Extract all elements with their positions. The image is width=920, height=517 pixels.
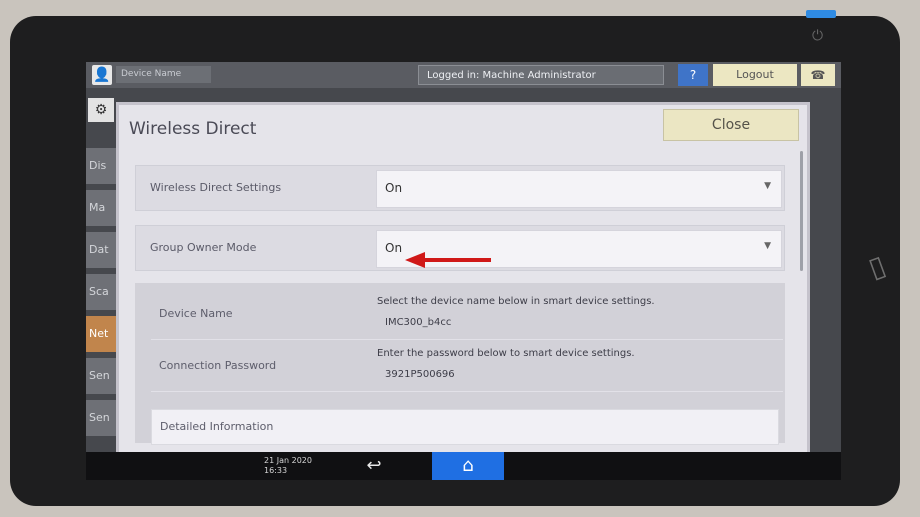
wireless-direct-settings-select[interactable]: On ▼ xyxy=(376,170,782,208)
connection-password-row: Connection Password Enter the password b… xyxy=(151,341,783,392)
wireless-direct-dialog: Wireless Direct Close Wireless Direct Se… xyxy=(116,102,810,458)
background-menu: Dis Ma Dat Sca Net Sen Sen xyxy=(86,148,118,474)
group-owner-mode-label: Group Owner Mode xyxy=(150,241,257,254)
background-menu-item: Sca xyxy=(86,274,118,310)
chevron-down-icon: ▼ xyxy=(764,181,771,191)
phone-icon[interactable]: ☎ xyxy=(801,64,835,86)
connection-password-label: Connection Password xyxy=(159,359,277,372)
background-menu-item: Net xyxy=(86,316,118,352)
background-menu-item: Dis xyxy=(86,148,118,184)
wireless-direct-settings-row: Wireless Direct Settings On ▼ xyxy=(135,165,785,211)
touch-screen: 👤 Device Name Logged in: Machine Adminis… xyxy=(86,62,841,474)
background-menu-item: Sen xyxy=(86,358,118,394)
settings-icon: ⚙ xyxy=(88,98,114,122)
date-text: 21 Jan 2020 xyxy=(264,456,312,465)
annotation-arrow xyxy=(405,252,491,268)
help-button[interactable]: ? xyxy=(678,64,708,86)
connection-info-panel: Device Name Select the device name below… xyxy=(135,283,785,445)
detailed-information-label: Detailed Information xyxy=(160,420,274,433)
wireless-direct-settings-value: On xyxy=(385,181,403,195)
device-name-row: Device Name Select the device name below… xyxy=(151,289,783,340)
scrollbar[interactable] xyxy=(800,151,803,271)
detailed-information-button[interactable]: Detailed Information xyxy=(151,409,779,445)
device-name-value: IMC300_b4cc xyxy=(385,317,452,328)
background-menu-item: Dat xyxy=(86,232,118,268)
user-icon[interactable]: 👤 xyxy=(92,65,112,85)
power-icon[interactable]: ⏻ xyxy=(812,28,823,44)
wireless-direct-settings-label: Wireless Direct Settings xyxy=(150,181,282,194)
group-owner-mode-value: On xyxy=(385,241,403,255)
dialog-title: Wireless Direct xyxy=(129,119,257,139)
close-button[interactable]: Close xyxy=(663,109,799,141)
connection-password-value: 3921P500696 xyxy=(385,369,455,380)
device-name-field: Device Name xyxy=(116,66,211,83)
device-name-label: Device Name xyxy=(159,307,233,320)
background-menu-item: Sen xyxy=(86,400,118,436)
device-name-instruction: Select the device name below in smart de… xyxy=(377,296,655,307)
home-icon[interactable]: ⌂ xyxy=(432,452,504,480)
status-led xyxy=(806,10,836,18)
status-bar: 👤 Device Name Logged in: Machine Adminis… xyxy=(86,62,841,88)
login-status[interactable]: Logged in: Machine Administrator xyxy=(418,65,664,85)
logout-button[interactable]: Logout xyxy=(713,64,797,86)
background-menu-item: Ma xyxy=(86,190,118,226)
connection-password-instruction: Enter the password below to smart device… xyxy=(377,348,635,359)
chevron-down-icon: ▼ xyxy=(764,241,771,251)
bottom-bar: 21 Jan 2020 16:33 ↩ ⌂ xyxy=(86,452,841,480)
back-icon[interactable]: ↩ xyxy=(354,454,394,478)
time-text: 16:33 xyxy=(264,466,288,475)
date-time: 21 Jan 2020 16:33 xyxy=(264,456,312,476)
